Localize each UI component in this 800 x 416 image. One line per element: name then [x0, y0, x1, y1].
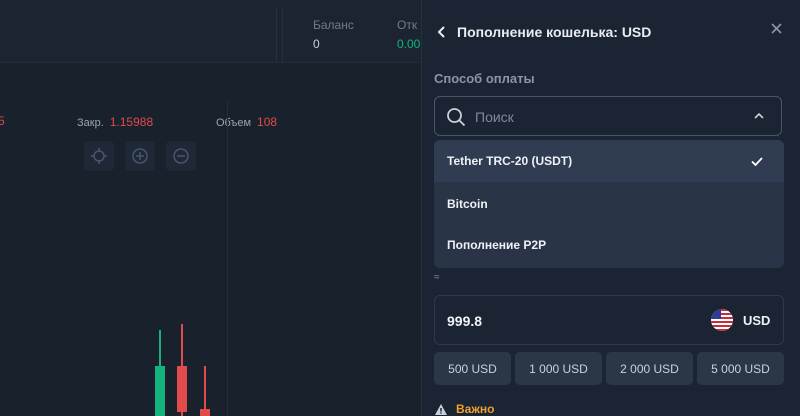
search-input[interactable] [473, 105, 747, 129]
payment-options-list: Tether TRC-20 (USDT) Bitcoin Пополнение … [434, 140, 784, 268]
zoom-out-button[interactable] [166, 141, 196, 171]
amount-field[interactable]: 999.8 USD [434, 295, 784, 345]
close-price: Закр. 1.15988 [77, 115, 153, 129]
option-label: Bitcoin [447, 197, 488, 211]
approx-sign: ≈ [434, 272, 440, 283]
zoom-out-icon [173, 148, 189, 164]
volume: Объем 108 [216, 115, 277, 129]
option-bitcoin[interactable]: Bitcoin [434, 183, 784, 225]
drawer-title: Пополнение кошелька: USD [457, 24, 652, 40]
open-label: Отк [397, 18, 418, 32]
balance-label: Баланс [313, 18, 354, 32]
option-p2p[interactable]: Пополнение P2P [434, 224, 784, 266]
payment-method-label: Способ оплаты [434, 71, 535, 86]
header-panel [0, 8, 277, 62]
option-label: Tether TRC-20 (USDT) [447, 154, 573, 168]
candle-body-down [200, 409, 210, 416]
trading-header [0, 0, 420, 63]
chart-gridline [227, 100, 228, 416]
preset-1000-button[interactable]: 1 000 USD [515, 352, 602, 385]
drawer-header: Пополнение кошелька: USD [422, 0, 800, 62]
candle-body-down [177, 366, 187, 412]
zoom-in-icon [132, 148, 148, 164]
chevron-up-icon[interactable] [752, 109, 766, 123]
check-icon [751, 157, 763, 167]
balance-value: 0 [313, 37, 320, 51]
important-notice: Важно [434, 402, 494, 416]
header-stats-panel [282, 8, 423, 62]
crosshair-button[interactable] [84, 141, 114, 171]
warning-icon [435, 403, 447, 415]
candle-body-up [155, 366, 165, 416]
close-icon [770, 22, 782, 34]
preset-2000-button[interactable]: 2 000 USD [606, 352, 693, 385]
amount-value: 999.8 [447, 313, 483, 329]
back-button[interactable] [432, 22, 452, 42]
zoom-in-button[interactable] [125, 141, 155, 171]
payment-search[interactable] [434, 96, 782, 136]
preset-5000-button[interactable]: 5 000 USD [697, 352, 784, 385]
option-label: Пополнение P2P [447, 238, 547, 252]
close-button[interactable] [766, 18, 786, 38]
close-label: Закр. [77, 117, 104, 129]
chevron-left-icon [437, 26, 445, 38]
close-value: 1.15988 [109, 115, 154, 129]
us-flag-icon [711, 309, 733, 331]
open-value: 0.00 [397, 37, 421, 51]
volume-label: Объем [216, 117, 252, 129]
deposit-drawer: Пополнение кошелька: USD Способ оплаты T… [421, 0, 800, 416]
volume-value: 108 [257, 115, 278, 129]
preset-500-button[interactable]: 500 USD [434, 352, 511, 385]
option-tether[interactable]: Tether TRC-20 (USDT) [434, 140, 784, 182]
search-icon [447, 108, 466, 127]
ohlc-first-value: 5 [0, 114, 5, 128]
currency-label: USD [743, 313, 771, 328]
important-label: Важно [456, 402, 495, 416]
crosshair-icon [91, 148, 107, 164]
